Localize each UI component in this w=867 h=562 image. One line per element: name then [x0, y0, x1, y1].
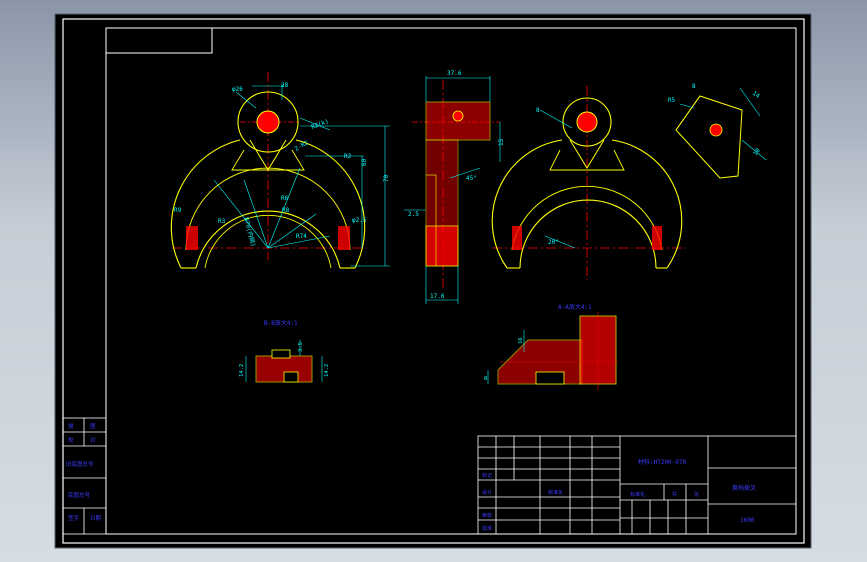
svg-text:3.5: 3.5	[298, 342, 304, 352]
svg-text:共: 共	[672, 491, 677, 498]
svg-text:28: 28	[281, 82, 289, 89]
svg-text:设计: 设计	[482, 489, 492, 496]
svg-text:17.6: 17.6	[430, 293, 445, 300]
svg-text:8: 8	[692, 83, 696, 90]
svg-text:校: 校	[68, 436, 74, 444]
svg-text:45°: 45°	[466, 175, 477, 182]
svg-text:70: 70	[383, 174, 390, 182]
svg-text:底图总号: 底图总号	[68, 491, 91, 499]
svg-text:8: 8	[536, 107, 540, 114]
svg-text:图: 图	[90, 422, 96, 430]
svg-text:签字: 签字	[68, 514, 80, 522]
svg-text:张: 张	[694, 491, 699, 498]
svg-text:标准化: 标准化	[630, 491, 645, 498]
svg-text:批准: 批准	[482, 525, 492, 532]
svg-text:换挡拨叉: 换挡拨叉	[732, 484, 756, 492]
svg-text:R6: R6	[281, 195, 289, 202]
svg-text:材料:HT200-070: 材料:HT200-070	[638, 458, 687, 466]
svg-text:标准化: 标准化	[548, 489, 563, 496]
svg-text:15: 15	[498, 138, 505, 146]
drawing-canvas[interactable]	[54, 13, 812, 549]
svg-text:标记: 标记	[482, 472, 492, 479]
svg-text:R5: R5	[668, 97, 676, 104]
svg-text:R3: R3	[218, 218, 226, 225]
svg-text:R9: R9	[174, 207, 182, 214]
svg-text:20°: 20°	[548, 239, 559, 246]
svg-text:2.5: 2.5	[408, 211, 419, 218]
svg-text:审核: 审核	[482, 512, 492, 519]
svg-text:16: 16	[518, 337, 524, 344]
svg-text:60: 60	[361, 158, 368, 166]
svg-text:日期: 日期	[90, 515, 102, 522]
svg-text:8: 8	[484, 376, 487, 382]
svg-text:描: 描	[68, 422, 74, 430]
svg-text:A-A放大4:1: A-A放大4:1	[558, 303, 592, 311]
svg-text:14.2: 14.2	[239, 364, 245, 377]
svg-text:对: 对	[90, 436, 96, 444]
svg-text:14.2: 14.2	[324, 364, 330, 377]
svg-text:旧底图总号: 旧底图总号	[66, 460, 94, 468]
svg-text:B-B放大4:1: B-B放大4:1	[264, 319, 298, 327]
svg-text:φ26: φ26	[232, 86, 243, 93]
cad-drawing-viewport[interactable]: φ26 28 R2(k) 2-R2 R2 60 70 R3 R9 R8 R70(…	[0, 0, 867, 562]
svg-text:R2: R2	[344, 153, 352, 160]
svg-text:φ2.5: φ2.5	[352, 217, 367, 224]
svg-text:37.6: 37.6	[447, 70, 462, 77]
svg-text:R8: R8	[282, 207, 290, 214]
svg-text:1600: 1600	[740, 517, 755, 524]
svg-text:R74: R74	[296, 233, 307, 240]
